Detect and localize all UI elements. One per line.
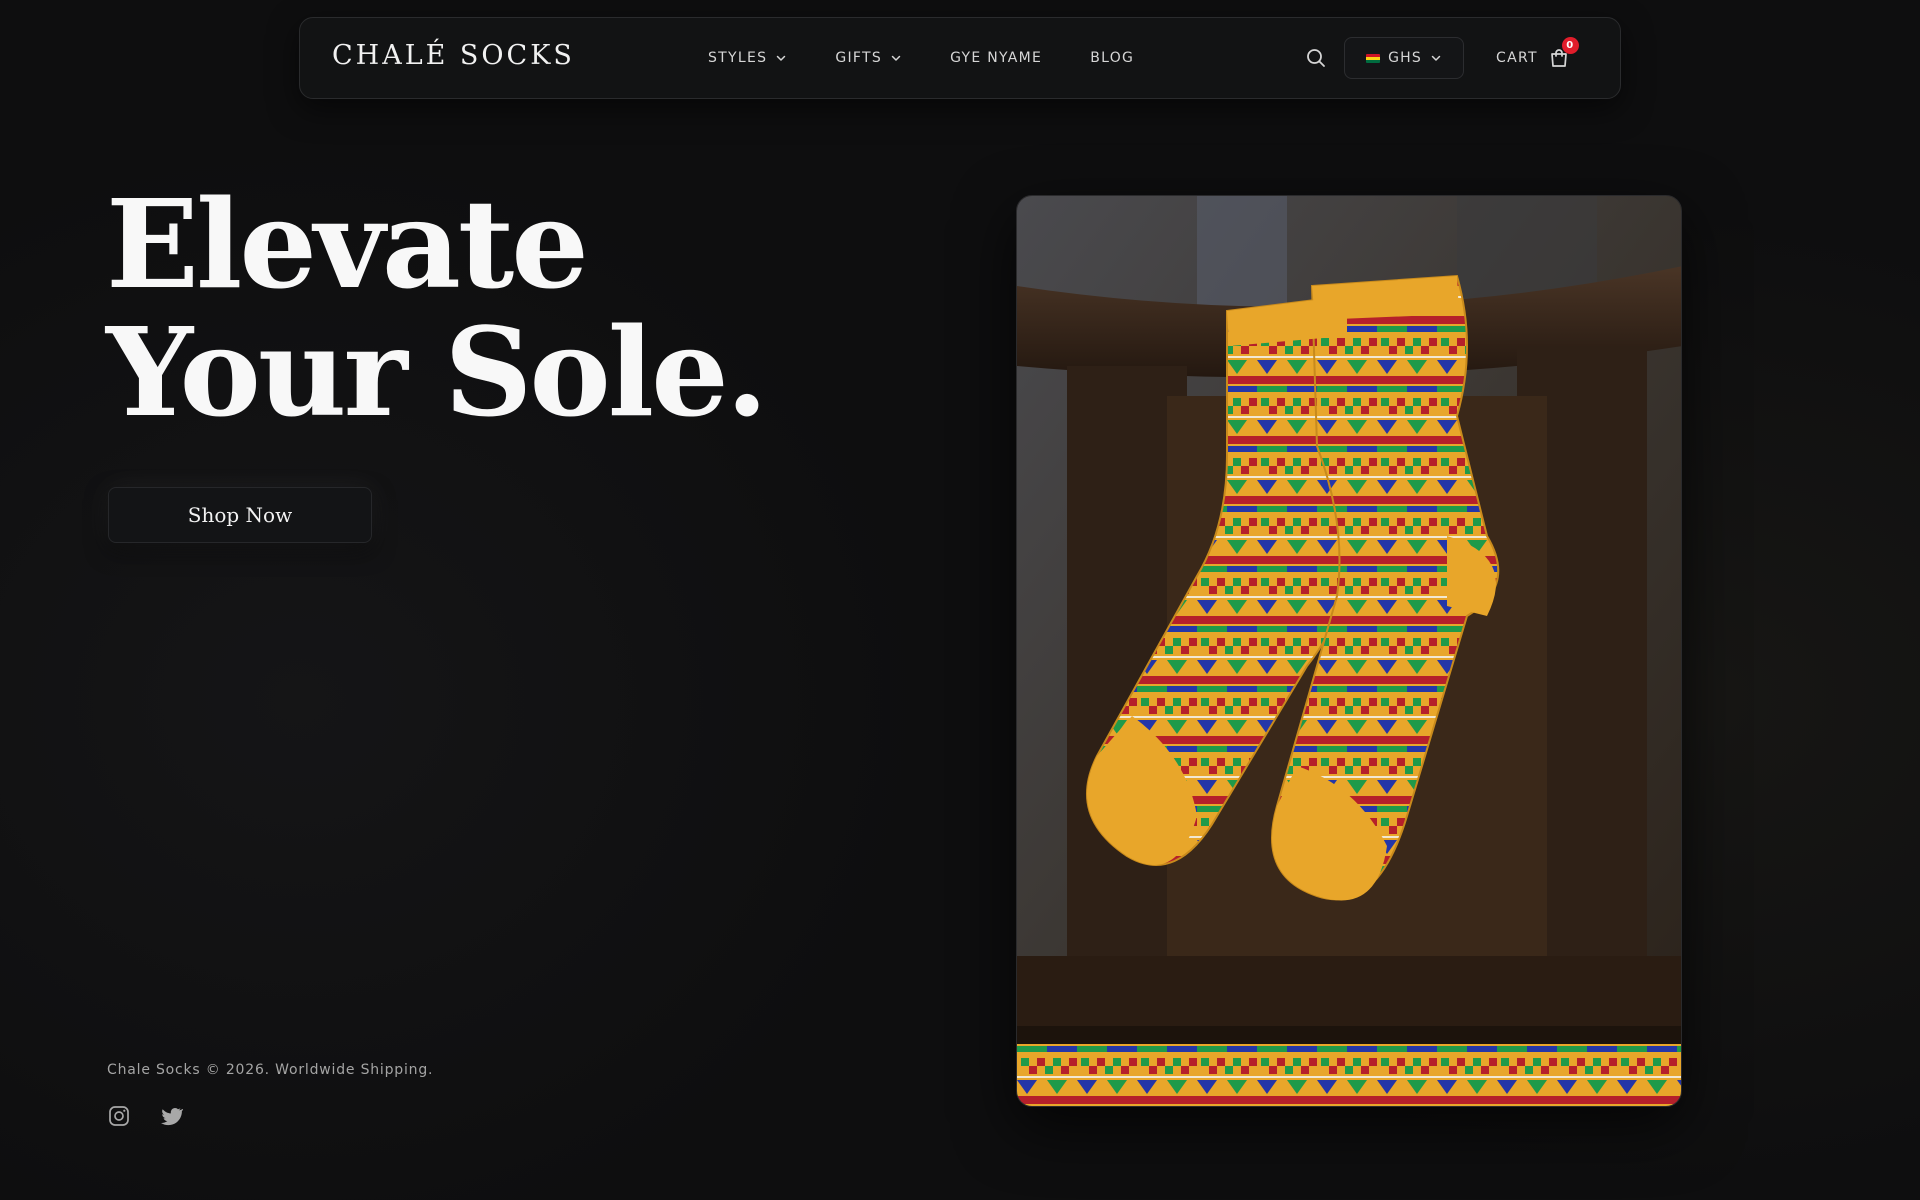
chevron-down-icon bbox=[777, 55, 786, 61]
nav-item-styles[interactable]: STYLES bbox=[708, 50, 787, 66]
currency-label: GHS bbox=[1388, 50, 1422, 66]
main-nav: STYLES GIFTS GYE NYAME BLOG bbox=[708, 18, 1182, 98]
chevron-down-icon bbox=[891, 55, 901, 61]
shopping-bag-icon: 0 bbox=[1548, 37, 1579, 69]
nav-item-gye-nyame[interactable]: GYE NYAME bbox=[950, 50, 1042, 66]
currency-selector[interactable]: GHS bbox=[1344, 37, 1464, 79]
hero-headline-line2: Your Sole. bbox=[106, 300, 768, 444]
top-navbar: CHALÉ SOCKS STYLES GIFTS GYE NYAME BLOG … bbox=[299, 17, 1621, 99]
nav-item-blog[interactable]: BLOG bbox=[1090, 50, 1134, 66]
twitter-icon[interactable] bbox=[159, 1104, 183, 1128]
hero-headline-line1: Elevate bbox=[106, 172, 589, 316]
nav-item-gifts[interactable]: GIFTS bbox=[835, 50, 902, 66]
footer-copyright: Chale Socks © 2026. Worldwide Shipping. bbox=[107, 1062, 434, 1078]
cart-button[interactable]: CART 0 bbox=[1496, 37, 1579, 78]
shop-now-button[interactable]: Shop Now bbox=[108, 487, 372, 543]
search-icon[interactable] bbox=[1304, 46, 1328, 70]
cart-count-badge: 0 bbox=[1561, 37, 1579, 54]
cart-label: CART bbox=[1496, 50, 1538, 66]
nav-item-label: GYE NYAME bbox=[950, 50, 1043, 66]
instagram-icon[interactable] bbox=[107, 1104, 131, 1128]
nav-item-label: STYLES bbox=[708, 50, 768, 66]
nav-item-label: GIFTS bbox=[835, 50, 883, 66]
nav-item-label: BLOG bbox=[1090, 50, 1135, 66]
ghana-flag-icon bbox=[1366, 53, 1381, 63]
kente-socks-illustration bbox=[1017, 196, 1681, 1106]
hero-product-image bbox=[1016, 195, 1682, 1107]
chevron-down-icon bbox=[1431, 55, 1441, 61]
hero-headline: Elevate Your Sole. bbox=[106, 172, 768, 444]
brand-logo[interactable]: CHALÉ SOCKS bbox=[332, 40, 575, 71]
